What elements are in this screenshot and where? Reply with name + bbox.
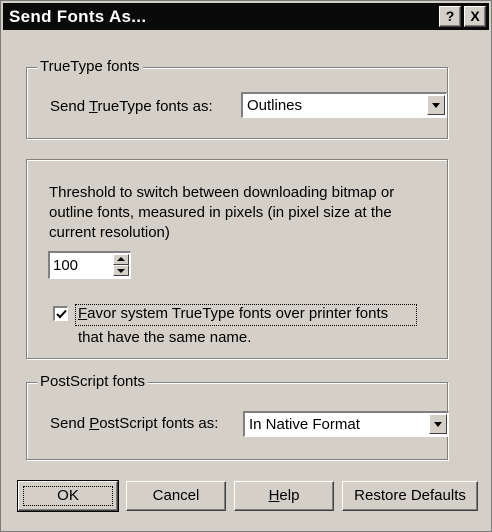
ok-focus-rect bbox=[23, 486, 113, 506]
help-rest: elp bbox=[279, 487, 300, 504]
checkmark-icon bbox=[56, 309, 67, 319]
threshold-description-line3: current resolution) bbox=[49, 224, 170, 241]
dialog-title: Send Fonts As... bbox=[9, 7, 147, 26]
threshold-spin-box[interactable]: 100 bbox=[48, 251, 131, 279]
favor-truetype-label-line2[interactable]: that have the same name. bbox=[78, 329, 251, 346]
truetype-selected-value: Outlines bbox=[247, 97, 303, 114]
postscript-selected-value: In Native Format bbox=[249, 416, 360, 433]
send-postscript-label-post: ostScript fonts as: bbox=[99, 415, 219, 432]
threshold-description: Threshold to switch between downloading … bbox=[49, 183, 394, 243]
favor-mnemonic: F bbox=[78, 305, 88, 322]
title-bar[interactable]: Send Fonts As... ? X bbox=[3, 3, 489, 30]
dropdown-arrow-icon[interactable] bbox=[429, 414, 447, 434]
truetype-send-as-dropdown[interactable]: Outlines bbox=[241, 92, 447, 118]
truetype-group-legend: TrueType fonts bbox=[37, 58, 143, 75]
restore-defaults-button[interactable]: Restore Defaults bbox=[342, 481, 478, 511]
send-fonts-dialog: Send Fonts As... ? X TrueType fonts Send… bbox=[0, 0, 492, 532]
send-truetype-label-post: rueType fonts as: bbox=[97, 98, 213, 115]
help-mnemonic: H bbox=[268, 487, 280, 504]
favor-truetype-label-line1[interactable]: Favor system TrueType fonts over printer… bbox=[78, 305, 388, 322]
threshold-description-line1: Threshold to switch between downloading … bbox=[49, 184, 395, 201]
send-postscript-label-pre: Send bbox=[50, 415, 90, 432]
ok-button[interactable]: OK bbox=[17, 480, 119, 512]
help-question-button[interactable]: ? bbox=[439, 6, 461, 27]
spin-up-icon[interactable] bbox=[113, 254, 129, 265]
postscript-group-legend: PostScript fonts bbox=[37, 373, 149, 390]
help-button[interactable]: Help bbox=[234, 481, 334, 511]
favor-truetype-checkbox[interactable] bbox=[53, 306, 68, 321]
favor-line1-rest: avor system TrueType fonts over printer … bbox=[87, 305, 389, 322]
dropdown-arrow-icon[interactable] bbox=[427, 95, 445, 115]
postscript-send-as-dropdown[interactable]: In Native Format bbox=[243, 411, 449, 437]
send-postscript-label: Send PostScript fonts as: bbox=[50, 415, 218, 432]
send-truetype-label-pre: Send bbox=[50, 98, 89, 115]
send-postscript-label-mnemonic: P bbox=[89, 415, 100, 432]
threshold-value: 100 bbox=[53, 257, 79, 274]
send-truetype-label: Send TrueType fonts as: bbox=[50, 98, 213, 115]
cancel-button[interactable]: Cancel bbox=[126, 481, 226, 511]
close-button[interactable]: X bbox=[464, 6, 486, 27]
threshold-description-line2: outline fonts, measured in pixels (in pi… bbox=[49, 204, 392, 221]
send-truetype-label-mnemonic: T bbox=[88, 98, 98, 115]
spin-down-icon[interactable] bbox=[113, 265, 129, 276]
